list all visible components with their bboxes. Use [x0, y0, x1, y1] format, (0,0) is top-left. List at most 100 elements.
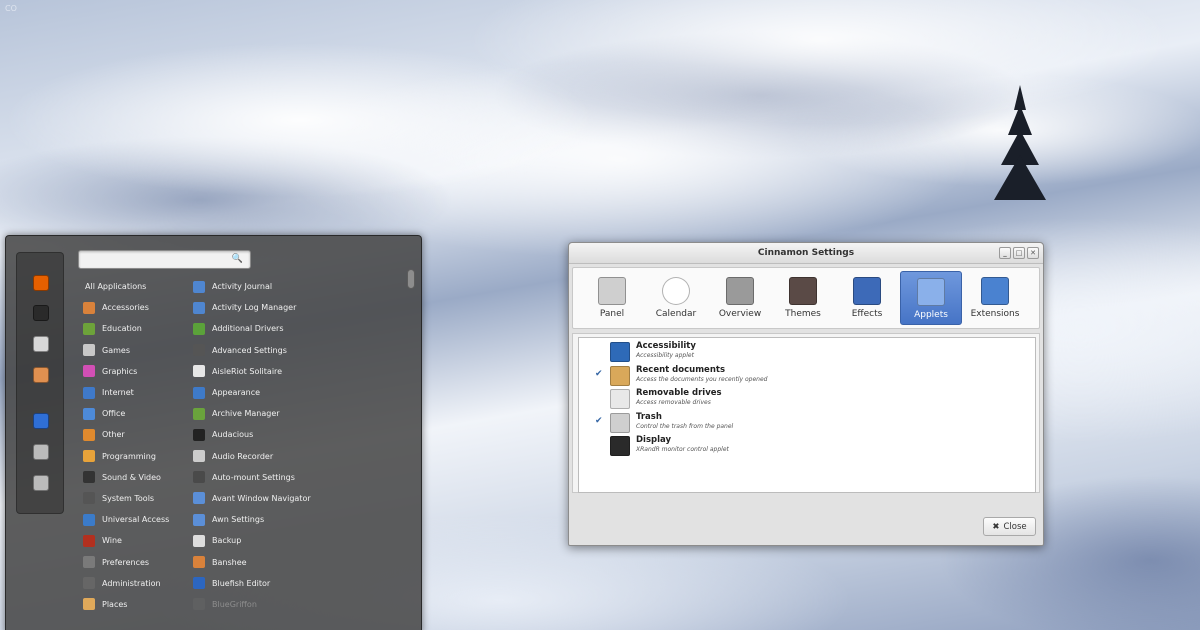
category-item[interactable]: Preferences: [79, 551, 189, 572]
display-icon: [610, 436, 630, 457]
terminal-icon: [33, 305, 49, 321]
applet-list: Accessibility Accessibility applet ✔ Recent…: [578, 337, 1036, 493]
applet-checkbox[interactable]: ✔: [595, 416, 605, 426]
category-item[interactable]: Office: [79, 403, 189, 424]
applet-checkbox[interactable]: [595, 439, 605, 449]
applet-row[interactable]: Display XRandR monitor control applet: [579, 434, 1035, 458]
app-item[interactable]: Auto-mount Settings: [189, 467, 409, 488]
tab-label: Calendar: [655, 309, 697, 319]
app-item[interactable]: Awn Settings: [189, 509, 409, 530]
app-icon: [193, 534, 205, 547]
applet-row[interactable]: Accessibility Accessibility applet: [579, 340, 1035, 364]
category-item[interactable]: Wine: [79, 530, 189, 551]
app-item[interactable]: Activity Journal: [189, 276, 409, 297]
category-label: Programming: [102, 451, 156, 461]
category-item[interactable]: Sound & Video: [79, 467, 189, 488]
maximize-button[interactable]: □: [1013, 247, 1025, 259]
app-item[interactable]: Audio Recorder: [189, 446, 409, 467]
applet-row[interactable]: ✔ Trash Control the trash from the panel: [579, 411, 1035, 435]
tab-extensions[interactable]: Extensions: [964, 271, 1026, 325]
app-item[interactable]: Backup: [189, 530, 409, 551]
app-label: Activity Journal: [212, 282, 273, 292]
favorite-power[interactable]: [31, 473, 51, 493]
category-label: Sound & Video: [102, 472, 161, 482]
app-label: Audio Recorder: [212, 451, 274, 461]
favorite-files[interactable]: [31, 334, 51, 354]
app-label: Appearance: [212, 388, 261, 398]
favorites-bar: [16, 252, 64, 514]
app-item[interactable]: AisleRiot Solitaire: [189, 361, 409, 382]
category-item[interactable]: Games: [79, 340, 189, 361]
app-item[interactable]: Activity Log Manager: [189, 297, 409, 318]
extensions-icon: [981, 277, 1009, 305]
applet-name: Display: [636, 435, 672, 446]
applet-row[interactable]: Removable drives Access removable drives: [579, 387, 1035, 411]
eye-icon: [33, 367, 49, 383]
app-item[interactable]: Banshee: [189, 551, 409, 572]
app-item[interactable]: Audacious: [189, 424, 409, 445]
category-item[interactable]: Other: [79, 424, 189, 445]
app-label: Backup: [212, 536, 242, 546]
tab-calendar[interactable]: Calendar: [645, 271, 707, 325]
category-item[interactable]: Graphics: [79, 361, 189, 382]
app-item[interactable]: Avant Window Navigator: [189, 488, 409, 509]
applet-checkbox[interactable]: ✔: [595, 369, 605, 379]
app-item[interactable]: BlueGriffon: [189, 594, 409, 615]
category-item[interactable]: Education: [79, 318, 189, 339]
category-list: All Applications Accessories Education Game…: [79, 276, 189, 615]
category-item[interactable]: Universal Access: [79, 509, 189, 530]
applet-row[interactable]: ✔ Recent documents Access the documents yo…: [579, 364, 1035, 388]
close-button[interactable]: ✖ Close: [983, 517, 1036, 536]
recent-documents-icon: [610, 365, 630, 386]
tab-effects[interactable]: Effects: [836, 271, 898, 325]
window-titlebar[interactable]: Cinnamon Settings _ □ ✕: [569, 243, 1043, 264]
tab-label: Applets: [914, 310, 948, 320]
application-menu: 🔍 All Applications Accessories Education Ga…: [5, 235, 422, 630]
category-item[interactable]: All Applications: [79, 276, 189, 297]
themes-icon: [789, 277, 817, 305]
app-item[interactable]: Appearance: [189, 382, 409, 403]
category-item[interactable]: System Tools: [79, 488, 189, 509]
scrollbar-thumb[interactable]: [407, 269, 415, 289]
favorite-logout[interactable]: [31, 442, 51, 462]
app-item[interactable]: Bluefish Editor: [189, 573, 409, 594]
panel-icon: [598, 277, 626, 305]
applet-checkbox[interactable]: [595, 345, 605, 355]
applet-description: Access the documents you recently opened: [636, 375, 768, 383]
tab-panel[interactable]: Panel: [581, 271, 643, 325]
category-item[interactable]: Administration: [79, 573, 189, 594]
category-item[interactable]: Accessories: [79, 297, 189, 318]
category-item[interactable]: Places: [79, 594, 189, 615]
tab-themes[interactable]: Themes: [772, 271, 834, 325]
accessibility-icon: [610, 342, 630, 362]
category-item[interactable]: Internet: [79, 382, 189, 403]
applet-description: XRandR monitor control applet: [636, 446, 729, 454]
category-item[interactable]: Programming: [79, 446, 189, 467]
category-label: Administration: [102, 578, 161, 588]
app-item[interactable]: Additional Drivers: [189, 318, 409, 339]
tab-applets[interactable]: Applets: [900, 271, 962, 325]
app-label: Archive Manager: [212, 409, 280, 419]
applets-icon: [917, 278, 945, 306]
app-item[interactable]: Advanced Settings: [189, 340, 409, 361]
search-icon: 🔍: [231, 254, 243, 264]
category-icon: [83, 450, 95, 463]
applet-checkbox[interactable]: [595, 392, 605, 402]
favorite-computer[interactable]: [31, 411, 51, 431]
applet-name: Accessibility: [636, 341, 696, 351]
category-label: Internet: [102, 388, 134, 398]
favorite-terminal[interactable]: [31, 303, 51, 323]
app-list-scrollbar[interactable]: [407, 269, 415, 629]
close-window-button[interactable]: ✕: [1027, 247, 1039, 259]
minimize-button[interactable]: _: [999, 247, 1011, 259]
tab-overview[interactable]: Overview: [709, 271, 771, 325]
favorite-eye[interactable]: [31, 365, 51, 385]
app-label: Banshee: [212, 557, 247, 567]
favorite-firefox[interactable]: [31, 273, 51, 293]
corner-label: CO: [5, 4, 17, 13]
close-icon: ✖: [992, 521, 1000, 532]
app-item[interactable]: Archive Manager: [189, 403, 409, 424]
search-box[interactable]: 🔍: [78, 250, 251, 272]
applet-description: Access removable drives: [636, 399, 711, 407]
search-input[interactable]: [79, 256, 229, 272]
